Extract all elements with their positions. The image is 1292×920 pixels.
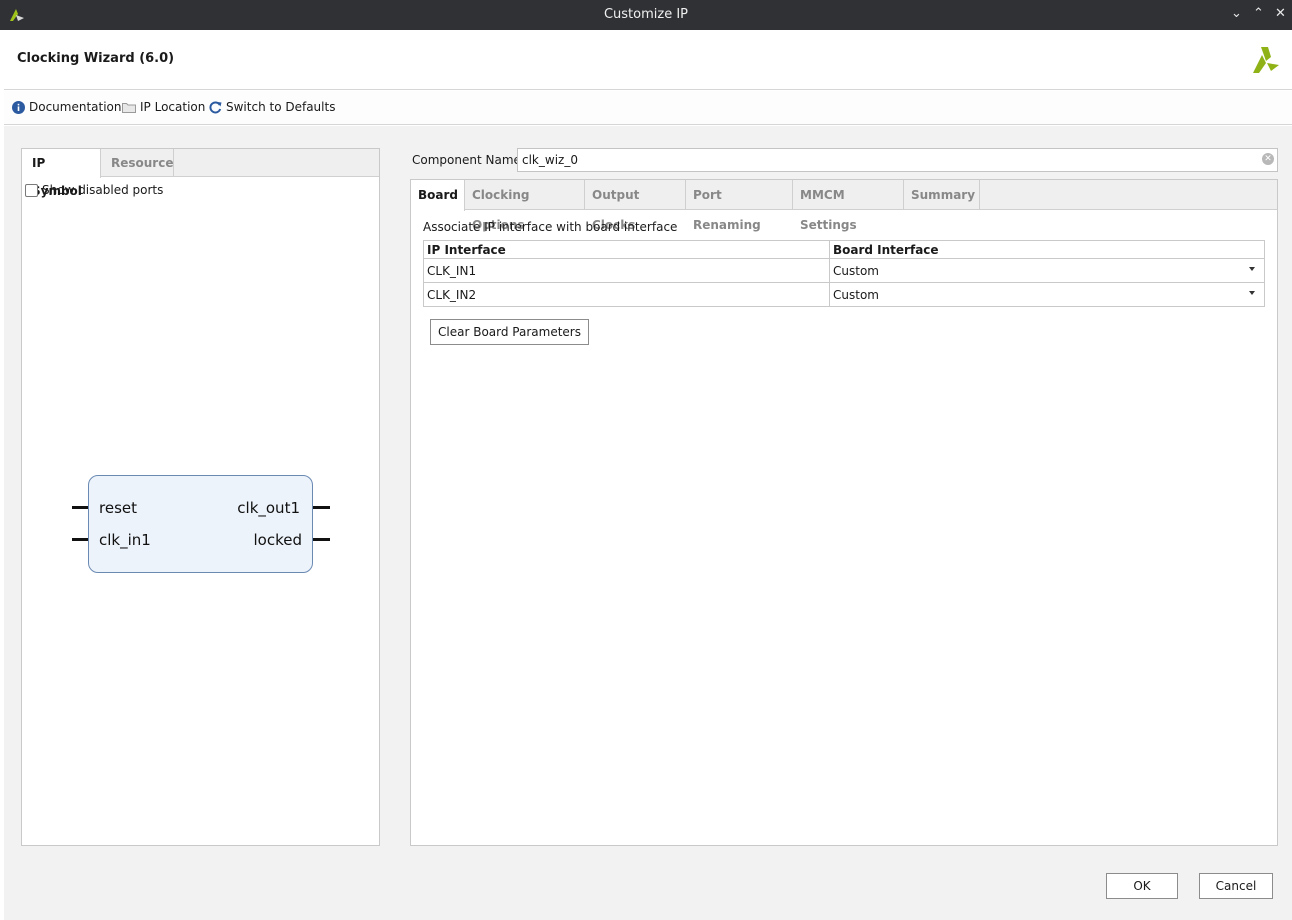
clocking-wizard-block: reset clk_in1 clk_out1 locked (88, 475, 313, 573)
locked-pin (312, 538, 330, 541)
board-interface-value: Custom (833, 287, 879, 302)
ip-symbol-diagram: reset clk_in1 clk_out1 locked (68, 475, 330, 575)
ok-button[interactable]: OK (1106, 873, 1178, 899)
config-tabs-area: Board Clocking Options Output Clocks Por… (410, 179, 1278, 846)
cancel-button[interactable]: Cancel (1199, 873, 1273, 899)
ip-location-button[interactable]: IP Location (122, 100, 205, 114)
clear-field-icon[interactable]: ✕ (1262, 153, 1274, 165)
col-board-interface: Board Interface (829, 240, 1265, 259)
component-name-input[interactable] (517, 148, 1278, 172)
left-tabs: IP Symbol Resource (22, 149, 379, 198)
tab-port-renaming[interactable]: Port Renaming (686, 180, 793, 232)
window-title: Customize IP (603, 7, 689, 22)
component-name-label: Component Name (412, 153, 521, 167)
board-interface-table: IP Interface Board Interface CLK_IN1 Cus… (423, 240, 1265, 307)
show-disabled-ports-row: Show disabled ports (25, 183, 163, 197)
switch-to-defaults-label: Switch to Defaults (226, 100, 336, 114)
table-row: CLK_IN1 Custom (423, 258, 1265, 283)
board-interface-value: Custom (833, 263, 879, 278)
folder-icon (122, 102, 136, 113)
board-interface-dropdown[interactable]: Custom (829, 258, 1265, 283)
documentation-button[interactable]: Documentation (12, 100, 122, 114)
documentation-label: Documentation (29, 100, 122, 114)
show-disabled-ports-checkbox[interactable] (25, 183, 38, 197)
dialog-header: Clocking Wizard (6.0) (4, 30, 1292, 90)
switch-to-defaults-button[interactable]: Switch to Defaults (209, 100, 335, 114)
config-panel: Component Name ✕ Board Clocking Options … (410, 146, 1278, 846)
tab-board[interactable]: Board (411, 180, 465, 211)
dropdown-arrow-icon (1249, 267, 1255, 271)
dialog-body: IP Symbol Resource Show disabled ports r… (4, 126, 1292, 920)
ip-symbol-panel: IP Symbol Resource Show disabled ports r… (21, 148, 380, 846)
refresh-icon (209, 100, 222, 113)
ip-location-label: IP Location (140, 100, 206, 114)
minimize-icon[interactable]: ⌄ (1231, 6, 1242, 21)
clk-out1-pin (312, 506, 330, 509)
port-locked: locked (253, 531, 303, 549)
toolbar: Documentation IP Location Switch to Defa… (4, 91, 1292, 125)
tab-summary[interactable]: Summary (904, 180, 980, 210)
config-tabs: Board Clocking Options Output Clocks Por… (411, 180, 1277, 232)
ip-interface-cell: CLK_IN2 (423, 282, 830, 307)
tab-resource[interactable]: Resource (101, 149, 174, 177)
col-ip-interface: IP Interface (423, 240, 830, 259)
dropdown-arrow-icon (1249, 291, 1255, 295)
ip-title: Clocking Wizard (6.0) (17, 51, 175, 66)
clear-board-parameters-button[interactable]: Clear Board Parameters (430, 319, 589, 345)
port-clk-in1: clk_in1 (99, 531, 151, 549)
ip-interface-cell: CLK_IN1 (423, 258, 830, 283)
tab-clocking-options[interactable]: Clocking Options (465, 180, 585, 232)
window-titlebar: Customize IP ⌄ ⌃ ✕ (0, 0, 1292, 30)
close-icon[interactable]: ✕ (1275, 6, 1286, 21)
tab-mmcm-settings[interactable]: MMCM Settings (793, 180, 904, 232)
tab-ip-symbol[interactable]: IP Symbol (22, 149, 101, 198)
port-clk-out1: clk_out1 (237, 499, 300, 517)
maximize-icon[interactable]: ⌃ (1253, 6, 1264, 21)
info-icon (12, 100, 25, 114)
board-interface-dropdown[interactable]: Custom (829, 282, 1265, 307)
show-disabled-ports-label: Show disabled ports (42, 183, 164, 197)
tab-output-clocks[interactable]: Output Clocks (585, 180, 686, 232)
xilinx-logo-icon (1253, 47, 1279, 73)
table-row: CLK_IN2 Custom (423, 282, 1265, 307)
board-description: Associate IP interface with board interf… (423, 220, 678, 234)
table-header-row: IP Interface Board Interface (423, 240, 1265, 259)
port-reset: reset (99, 499, 137, 517)
